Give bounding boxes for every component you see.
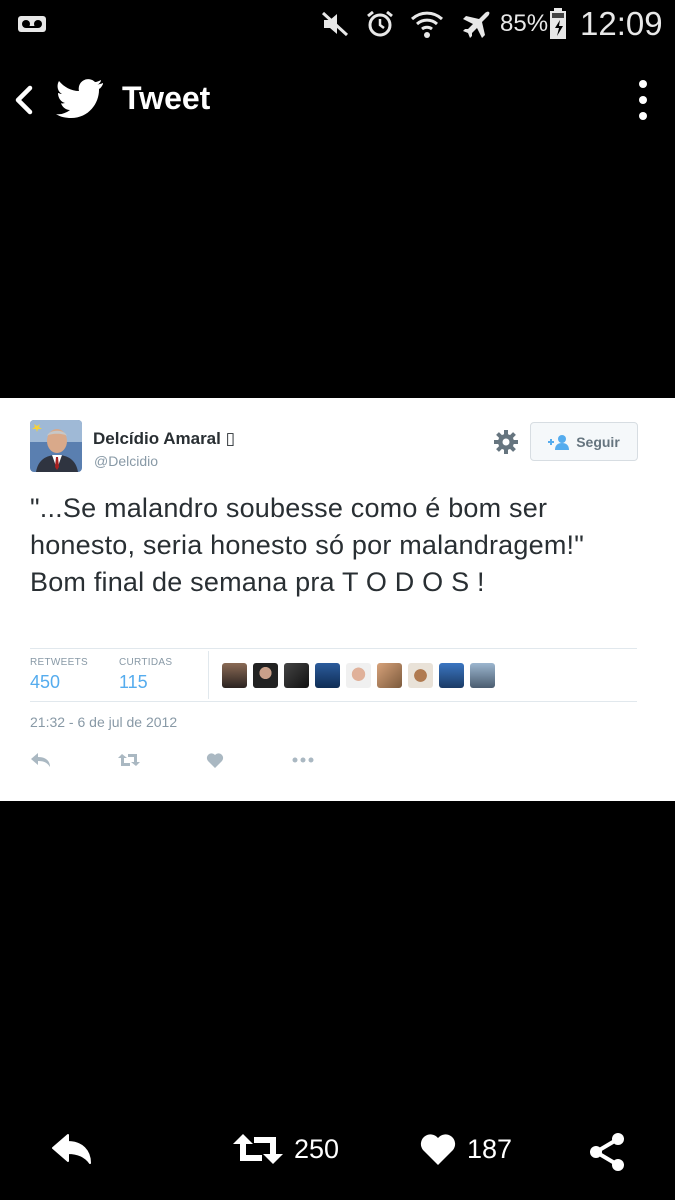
app-bar: Tweet	[0, 60, 675, 140]
wifi-icon	[409, 6, 445, 42]
liker-avatars	[222, 663, 495, 688]
more-vert-icon[interactable]	[626, 78, 660, 124]
battery-percent: 85%	[500, 10, 549, 37]
tweet-stats: RETWEETS 450 CURTIDAS 115	[30, 648, 637, 702]
retweets-value: 450	[30, 672, 61, 692]
airplane-icon	[458, 6, 494, 42]
likes-stat: CURTIDAS 115	[119, 657, 172, 693]
liker-avatar	[470, 663, 495, 688]
like-count: 187	[467, 1133, 513, 1164]
retweet-icon	[233, 1134, 283, 1164]
follow-button: Seguir	[530, 422, 638, 461]
share-button[interactable]	[588, 1132, 626, 1172]
back-icon[interactable]	[8, 82, 44, 118]
page-title: Tweet	[122, 80, 211, 116]
stats-divider	[208, 651, 209, 699]
clock: 12:09	[580, 5, 663, 42]
liker-avatar	[346, 663, 371, 688]
retweet-count: 250	[294, 1133, 340, 1164]
liker-avatar	[377, 663, 402, 688]
add-user-icon	[548, 434, 570, 450]
liker-avatar	[439, 663, 464, 688]
retweets-label: RETWEETS	[30, 657, 88, 668]
like-button[interactable]: 187	[419, 1132, 512, 1166]
status-bar: 85% 12:09	[0, 0, 675, 48]
likes-value: 115	[119, 672, 148, 692]
gear-icon	[493, 429, 519, 455]
bottom-action-bar: 250 187	[0, 1120, 675, 1192]
tweet-image[interactable]: Delcídio Amaral ▯ @Delcidio Seguir "...S…	[0, 398, 675, 801]
author-handle: @Delcidio	[94, 453, 159, 469]
twitter-bird-icon	[56, 78, 104, 122]
heart-icon	[420, 1134, 456, 1165]
reply-icon	[52, 1134, 91, 1164]
retweets-stat: RETWEETS 450	[30, 657, 88, 693]
more-dots-icon	[292, 749, 314, 771]
share-icon	[590, 1133, 624, 1171]
retweet-icon	[117, 749, 141, 771]
reply-button[interactable]	[50, 1132, 94, 1166]
liker-avatar	[222, 663, 247, 688]
voicemail-icon	[16, 6, 48, 42]
battery-icon	[548, 6, 568, 42]
author-name: Delcídio Amaral ▯	[93, 429, 235, 448]
heart-icon	[206, 749, 224, 771]
tweet-timestamp: 21:32 - 6 de jul de 2012	[30, 714, 178, 730]
liker-avatar	[408, 663, 433, 688]
liker-avatar	[284, 663, 309, 688]
retweet-button[interactable]: 250	[232, 1132, 339, 1166]
liker-avatar	[253, 663, 278, 688]
tweet-text: "...Se malandro soubesse como é bom ser …	[30, 493, 585, 597]
avatar	[30, 420, 82, 472]
mute-icon	[318, 6, 352, 42]
alarm-icon	[363, 6, 397, 42]
liker-avatar	[315, 663, 340, 688]
follow-label: Seguir	[576, 433, 620, 450]
reply-icon	[30, 749, 52, 771]
likes-label: CURTIDAS	[119, 657, 173, 668]
